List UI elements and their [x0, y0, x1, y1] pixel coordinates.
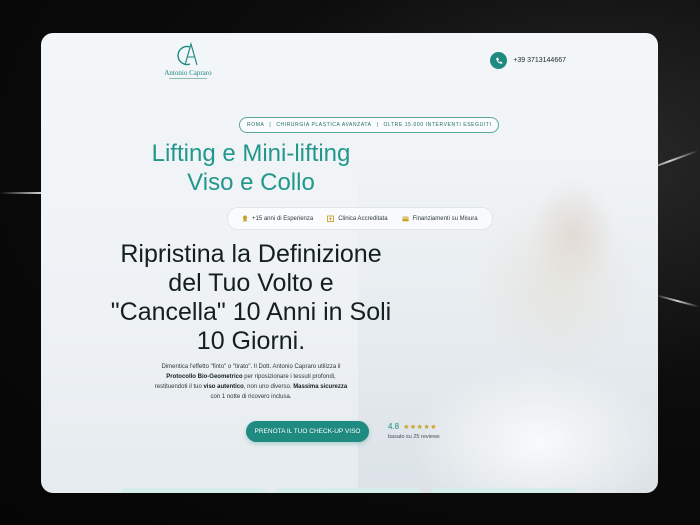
logo-name: Antonio Capraro: [164, 69, 212, 77]
feature-financing: Finanziamenti su Misura: [401, 216, 478, 222]
clinic-icon: [327, 215, 335, 222]
section-tab: [121, 488, 266, 493]
rating-stars-icon: ★★★★★: [403, 423, 438, 431]
phone-number[interactable]: +39 3713144667: [513, 57, 566, 64]
logo-monogram-icon: [177, 41, 198, 66]
page-title: Lifting e Mini-lifting Viso e Collo: [151, 140, 351, 196]
logo-divider: [169, 78, 207, 79]
logo[interactable]: Antonio Capraro: [153, 41, 223, 79]
hero-heading: Ripristina la Definizione del Tuo Volto …: [110, 240, 392, 355]
phone-contact[interactable]: +39 3713144667: [490, 52, 566, 69]
award-icon: [243, 215, 247, 222]
rating-reviews: basato su 25 reviews: [388, 434, 440, 440]
hero-description: Dimentica l'effetto "finto" o "tirato". …: [154, 364, 348, 400]
section-tab: [276, 488, 421, 493]
badge-count: OLTRE 15.000 INTERVENTI ESEGUITI: [383, 122, 492, 128]
light-streak: [655, 294, 700, 308]
badge-specialty: CHIRURGIA PLASTICA AVANZATA: [276, 122, 372, 128]
book-checkup-button[interactable]: PRENOTA IL TUO CHECK-UP VISO: [246, 421, 369, 442]
landing-page: Antonio Capraro +39 3713144667 ROMA | CHIR…: [41, 33, 658, 493]
phone-icon[interactable]: [490, 52, 508, 69]
feature-experience: +15 anni di Esperienza: [242, 215, 313, 222]
location-badge: ROMA | CHIRURGIA PLASTICA AVANZATA | OLTRE 1…: [239, 117, 500, 133]
card-icon: [401, 216, 409, 221]
rating-widget[interactable]: 4.8 ★★★★★ basato su 25 reviews: [388, 422, 440, 440]
badge-city: ROMA: [247, 122, 265, 128]
rating-score: 4.8: [388, 422, 400, 431]
section-tab: [431, 488, 576, 493]
feature-bar: +15 anni di Esperienza Clinica Accredita…: [227, 207, 493, 230]
feature-clinic: Clinica Accreditata: [327, 215, 388, 222]
